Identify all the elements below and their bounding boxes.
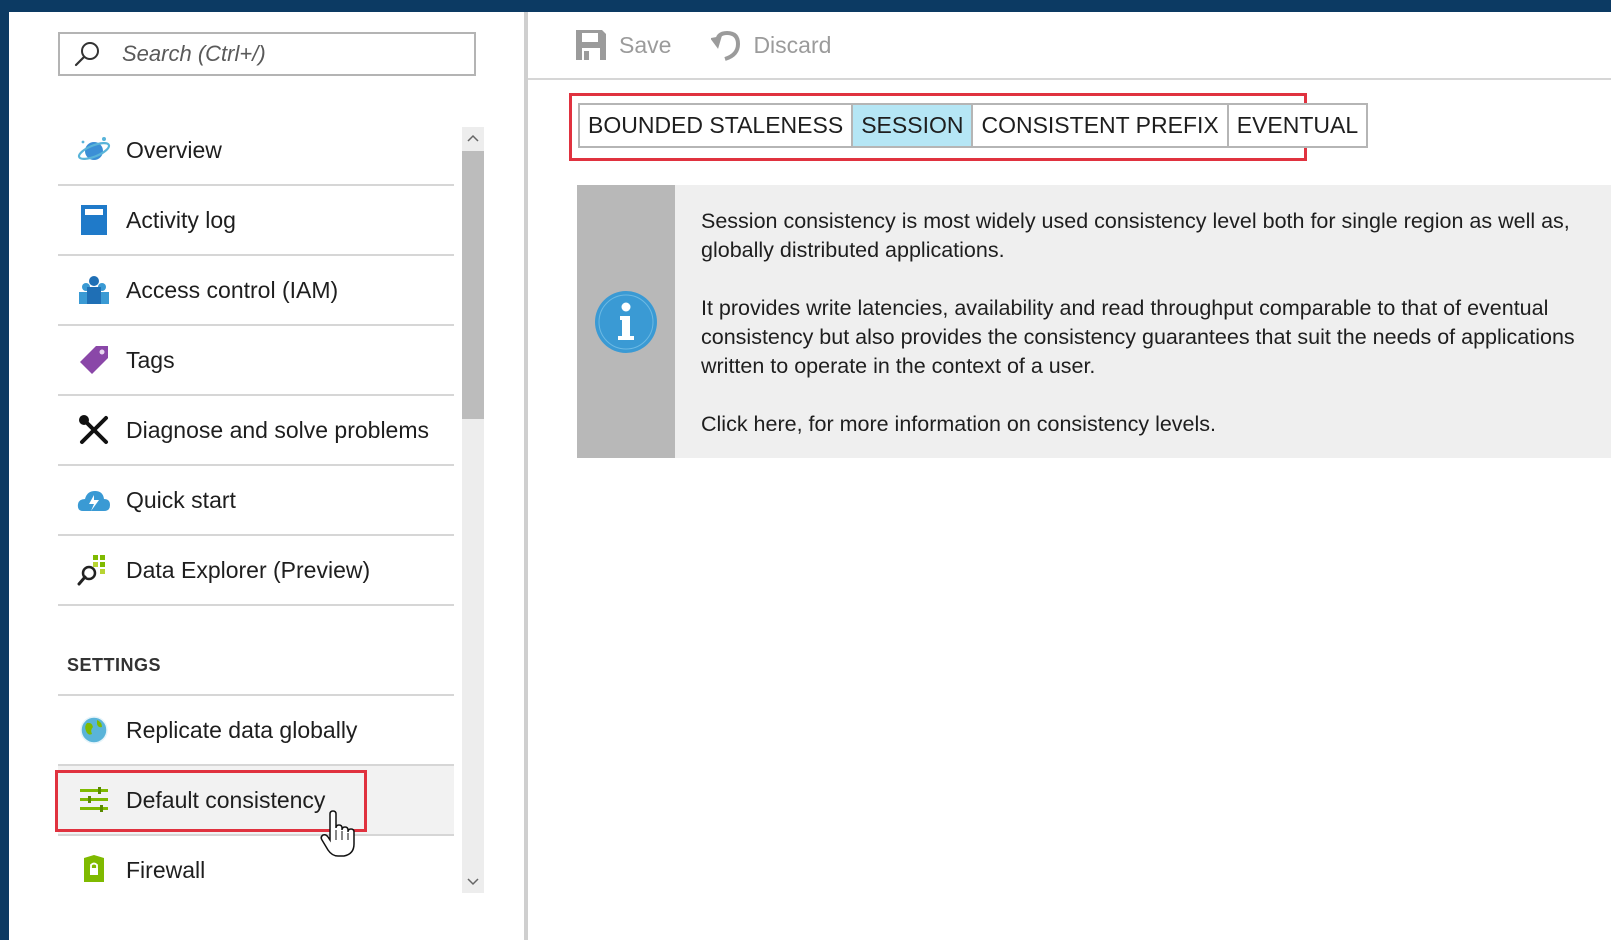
nav-item-label: Access control (IAM) bbox=[126, 276, 339, 303]
firewall-shield-icon bbox=[76, 852, 112, 884]
nav-item-activity-log[interactable]: Activity log bbox=[58, 186, 454, 256]
portal-top-bar bbox=[0, 0, 1611, 12]
portal-left-edge bbox=[0, 0, 9, 940]
info-text: Session consistency is most widely used … bbox=[701, 207, 1601, 439]
command-toolbar: Save Discard bbox=[528, 12, 1611, 80]
search-input[interactable] bbox=[122, 41, 442, 67]
info-paragraph-2: It provides write latencies, availabilit… bbox=[701, 296, 1575, 378]
consistency-info-panel: Session consistency is most widely used … bbox=[577, 185, 1611, 458]
nav-item-label: Diagnose and solve problems bbox=[126, 416, 430, 443]
globe-icon bbox=[76, 712, 112, 748]
nav-item-label: Default consistency bbox=[126, 786, 326, 813]
nav-item-label: Tags bbox=[126, 346, 175, 373]
scroll-up-arrow-icon[interactable] bbox=[462, 127, 484, 149]
consistency-level-tabs: BOUNDED STALENESS SESSION CONSISTENT PRE… bbox=[578, 103, 1369, 148]
cosmos-planet-icon bbox=[76, 132, 112, 168]
cloud-lightning-icon bbox=[76, 482, 112, 518]
tab-bounded-staleness[interactable]: BOUNDED STALENESS bbox=[580, 105, 854, 146]
sliders-icon bbox=[76, 782, 112, 818]
save-icon bbox=[576, 30, 606, 60]
nav-item-replicate[interactable]: Replicate data globally bbox=[58, 696, 454, 766]
nav-item-diagnose[interactable]: Diagnose and solve problems bbox=[58, 396, 454, 466]
data-explorer-icon bbox=[76, 552, 112, 588]
undo-icon bbox=[711, 30, 741, 61]
iam-users-icon bbox=[76, 272, 112, 308]
nav-item-label: Overview bbox=[126, 136, 222, 163]
nav-item-tags[interactable]: Tags bbox=[58, 326, 454, 396]
save-button[interactable]: Save bbox=[575, 29, 671, 61]
nav-item-label: Firewall bbox=[126, 856, 206, 883]
scroll-thumb[interactable] bbox=[462, 151, 484, 419]
nav-item-overview[interactable]: Overview bbox=[58, 116, 454, 186]
discard-label: Discard bbox=[753, 31, 832, 58]
nav-item-data-explorer[interactable]: Data Explorer (Preview) bbox=[58, 536, 454, 606]
nav-item-firewall[interactable]: Firewall bbox=[58, 836, 454, 884]
tab-session[interactable]: SESSION bbox=[853, 105, 974, 146]
info-sidebar bbox=[577, 185, 675, 458]
info-paragraph-1: Session consistency is most widely used … bbox=[701, 209, 1570, 262]
discard-button[interactable]: Discard bbox=[711, 29, 831, 61]
nav-item-label: Replicate data globally bbox=[126, 716, 358, 743]
info-icon bbox=[595, 290, 657, 353]
blade-divider bbox=[524, 12, 528, 940]
nav-item-default-consistency[interactable]: Default consistency bbox=[58, 766, 454, 836]
more-info-link[interactable]: Click here, for more information on cons… bbox=[701, 410, 1601, 439]
tab-eventual[interactable]: EVENTUAL bbox=[1229, 105, 1366, 146]
hand-cursor-icon bbox=[320, 810, 358, 863]
nav-item-access-control[interactable]: Access control (IAM) bbox=[58, 256, 454, 326]
nav-item-label: Quick start bbox=[126, 486, 236, 513]
wrench-screwdriver-icon bbox=[76, 412, 112, 448]
nav-item-label: Data Explorer (Preview) bbox=[126, 556, 371, 583]
nav-item-label: Activity log bbox=[126, 206, 236, 233]
activity-log-icon bbox=[76, 202, 112, 238]
search-icon bbox=[74, 42, 99, 67]
tab-consistent-prefix[interactable]: CONSISTENT PREFIX bbox=[973, 105, 1229, 146]
resource-menu-blade: Overview Activity log bbox=[9, 12, 523, 940]
nav-item-quick-start[interactable]: Quick start bbox=[58, 466, 454, 536]
search-box[interactable] bbox=[58, 32, 476, 76]
save-label: Save bbox=[619, 31, 672, 58]
nav-scrollbar[interactable] bbox=[462, 127, 484, 893]
scroll-down-arrow-icon[interactable] bbox=[462, 871, 484, 893]
nav-list: Overview Activity log Access control (IA… bbox=[58, 116, 454, 884]
settings-section-header: SETTINGS bbox=[58, 606, 454, 696]
tag-icon bbox=[76, 342, 112, 378]
